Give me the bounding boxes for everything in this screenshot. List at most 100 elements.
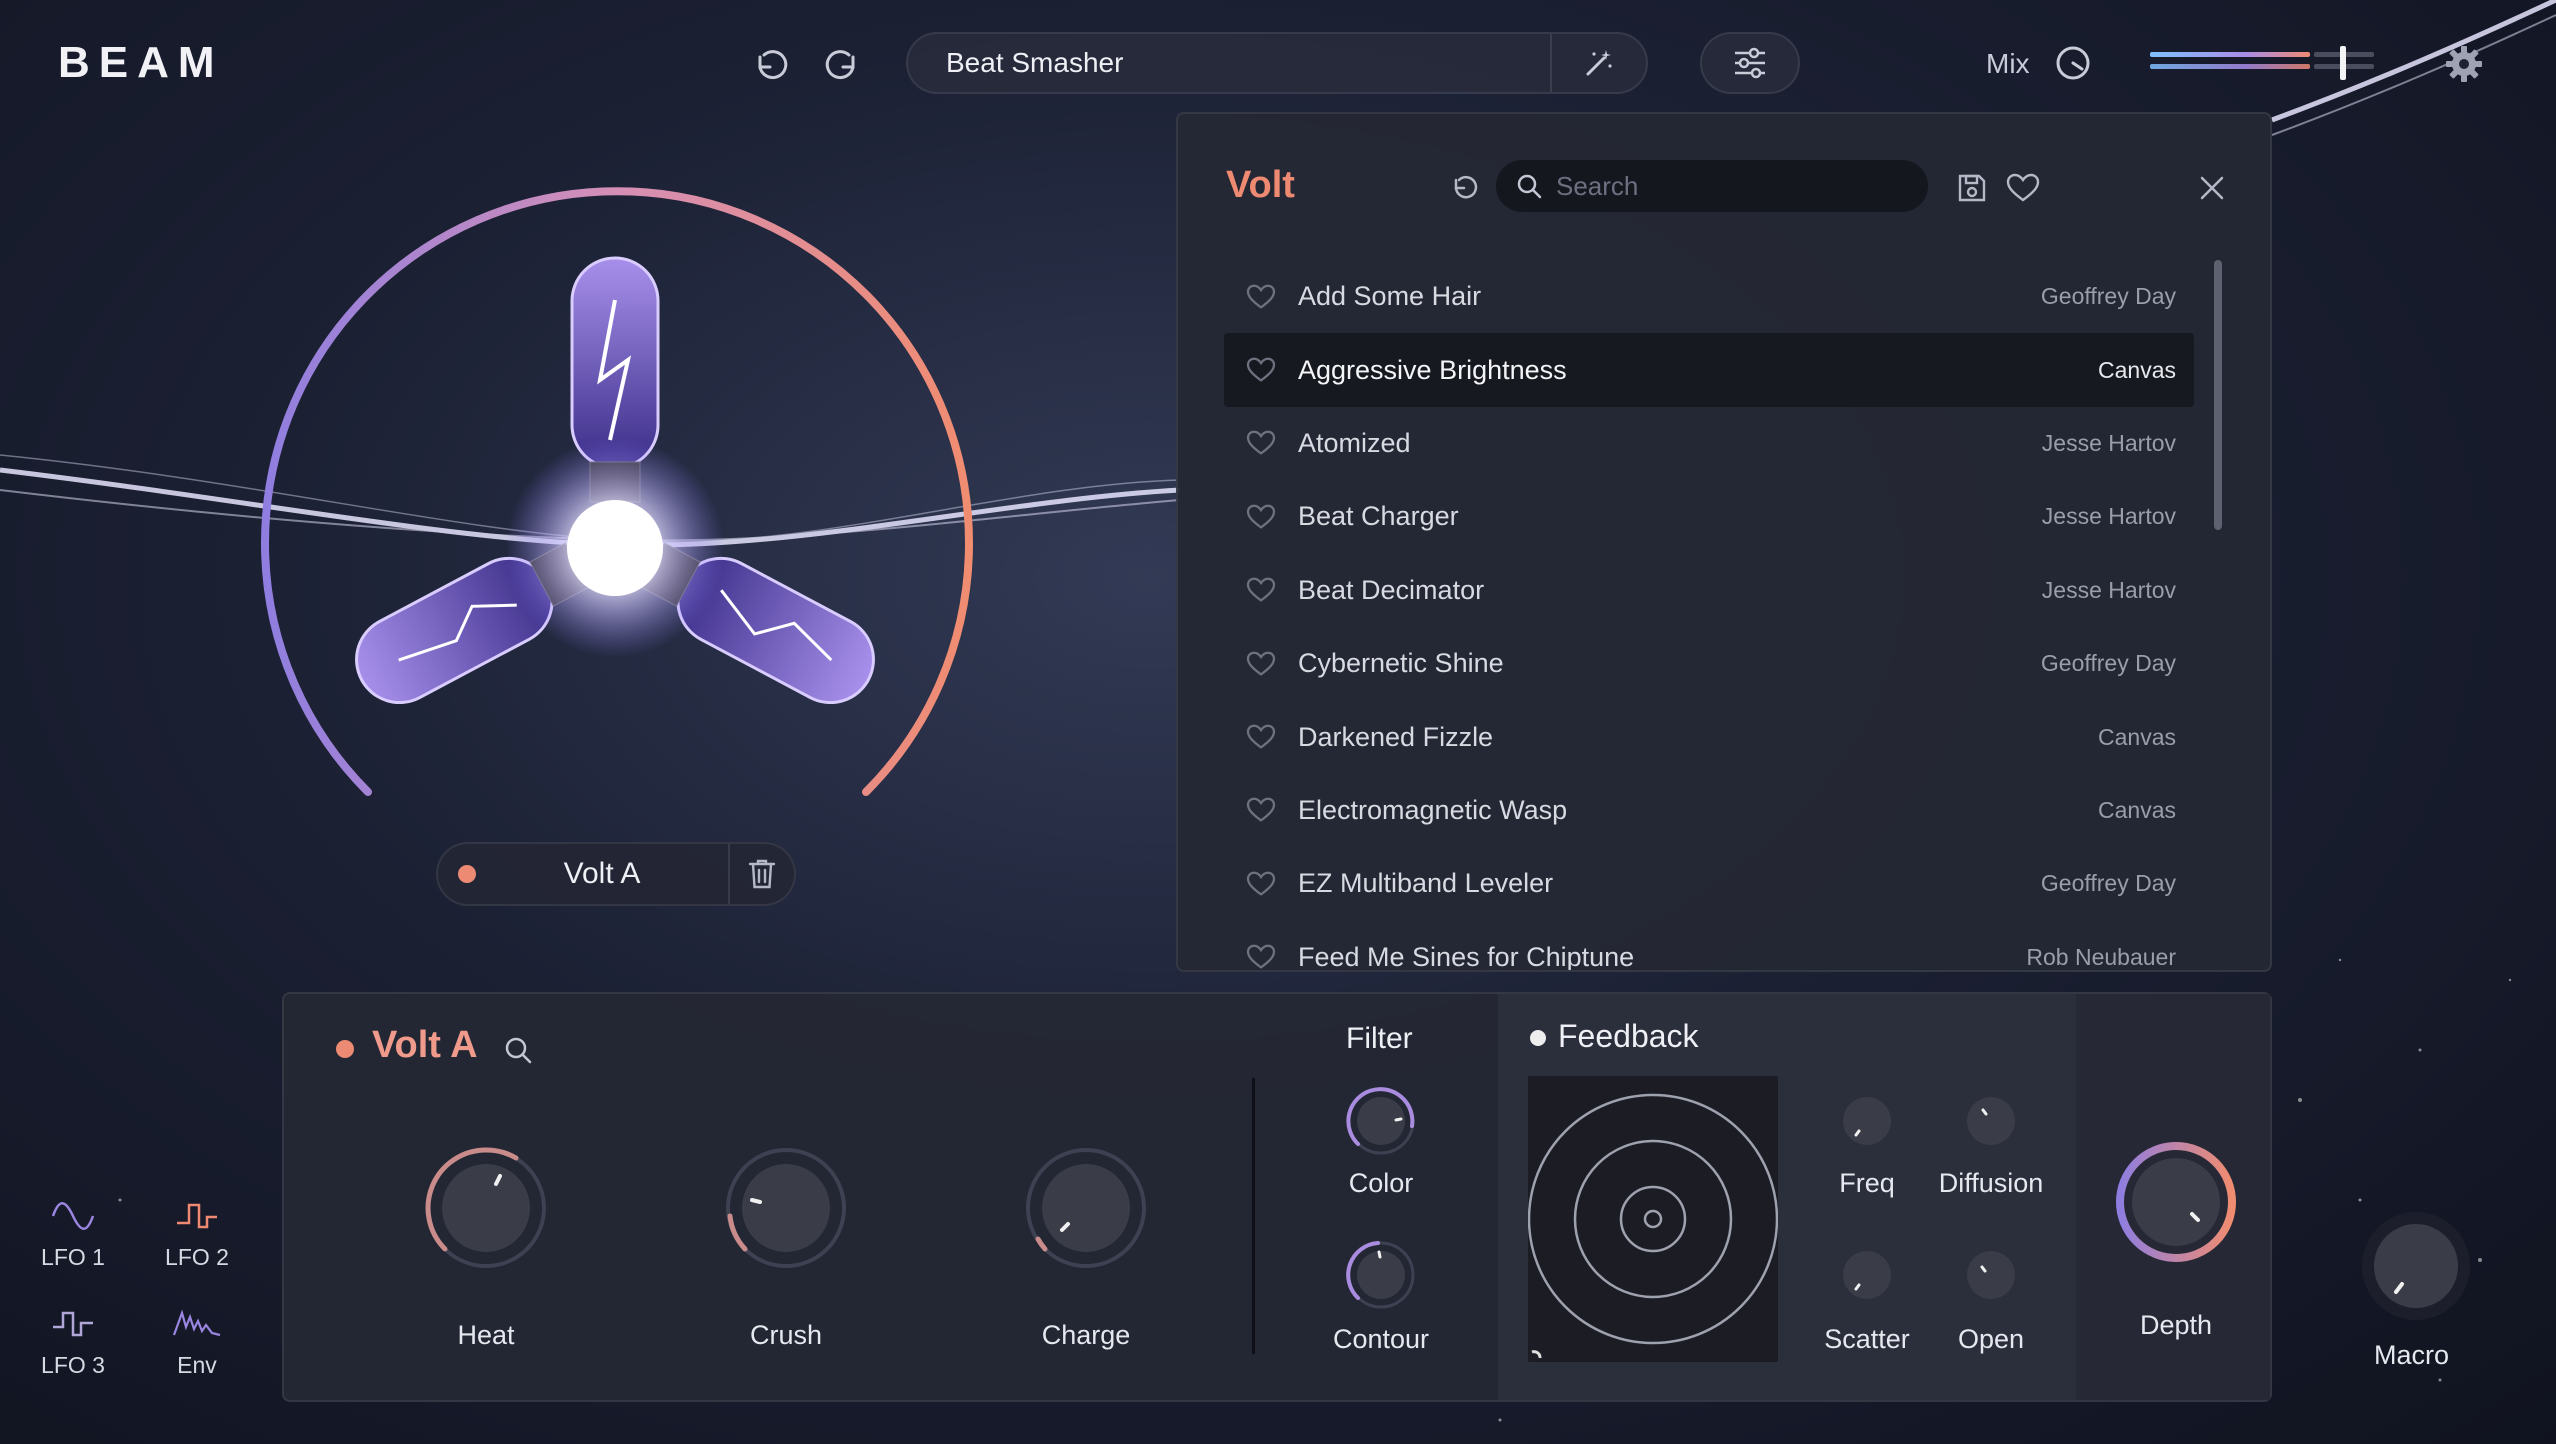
depth-knob[interactable] — [2114, 1140, 2238, 1264]
favorite-heart-icon[interactable] — [1244, 353, 1278, 387]
dock-lfo3-label: LFO 3 — [41, 1352, 105, 1378]
preset-row-author: Canvas — [2098, 356, 2176, 383]
browser-reset-button[interactable] — [1444, 168, 1484, 208]
preset-row-author: Geoffrey Day — [2040, 650, 2176, 677]
feedback-xy-pad[interactable] — [1527, 1076, 1779, 1362]
charge-label: Charge — [1041, 1320, 1131, 1350]
open-knob[interactable] — [1956, 1240, 2026, 1310]
favorites-filter-button[interactable] — [2002, 168, 2044, 208]
preset-row[interactable]: EZ Multiband Leveler Geoffrey Day — [1224, 847, 2194, 920]
color-knob[interactable] — [1346, 1086, 1416, 1156]
close-browser-button[interactable] — [2194, 170, 2230, 206]
preset-row-author: Rob Neubauer — [2026, 943, 2176, 970]
undo-icon — [758, 50, 788, 80]
redo-button[interactable] — [818, 40, 868, 90]
module-browse-button[interactable] — [500, 1032, 536, 1068]
preset-row[interactable]: Feed Me Sines for Chiptune Rob Neubauer — [1224, 921, 2194, 972]
heart-icon — [2006, 173, 2040, 202]
scatter-knob[interactable] — [1832, 1240, 1902, 1310]
diffusion-knob[interactable] — [1956, 1086, 2026, 1156]
settings-button[interactable] — [2440, 40, 2488, 88]
search-bar[interactable] — [1496, 160, 1928, 212]
preset-list: Add Some Hair Geoffrey Day Aggressive Brig… — [1224, 260, 2194, 972]
module-panel: Volt A Heat Crush Charge Filter Color Co… — [282, 992, 2272, 1402]
preset-row[interactable]: Cybernetic Shine Geoffrey Day — [1224, 627, 2194, 700]
tesla-bulbs — [355, 256, 875, 705]
depth-label: Depth — [2139, 1310, 2213, 1340]
preset-row-name: Aggressive Brightness — [1298, 354, 1567, 385]
module-enable-dot[interactable] — [458, 865, 476, 883]
favorite-heart-icon[interactable] — [1244, 280, 1278, 314]
dock-lfo2-label: LFO 2 — [165, 1244, 229, 1270]
dock-env[interactable]: Env — [142, 1304, 252, 1379]
magic-wand-icon — [1586, 50, 1612, 76]
dock-lfo2[interactable]: LFO 2 — [142, 1196, 252, 1271]
preset-row-author: Canvas — [2098, 723, 2176, 750]
preset-row[interactable]: Electromagnetic Wasp Canvas — [1224, 774, 2194, 847]
crush-knob[interactable] — [724, 1146, 848, 1270]
sine-wave-icon — [43, 1196, 103, 1236]
mix-knob[interactable] — [2054, 44, 2092, 82]
preset-row-author: Jesse Hartov — [2041, 429, 2176, 456]
preset-row[interactable]: Beat Charger Jesse Hartov — [1224, 480, 2194, 553]
open-label: Open — [1957, 1324, 2025, 1354]
preset-list-scrollbar[interactable] — [2214, 260, 2222, 530]
preset-row-author: Jesse Hartov — [2041, 503, 2176, 530]
macro-knob[interactable] — [2356, 1206, 2476, 1326]
preset-row-name: Cybernetic Shine — [1298, 648, 1504, 679]
preset-row-name: Beat Charger — [1298, 501, 1459, 532]
section-divider — [1252, 1078, 1255, 1354]
save-preset-button[interactable] — [1952, 168, 1992, 208]
contour-knob[interactable] — [1346, 1240, 1416, 1310]
diffusion-label: Diffusion — [1938, 1168, 2044, 1198]
favorite-heart-icon[interactable] — [1244, 940, 1278, 970]
preset-row-author: Jesse Hartov — [2041, 576, 2176, 603]
preset-row-author: Geoffrey Day — [2040, 283, 2176, 310]
preset-row-name: Feed Me Sines for Chiptune — [1298, 941, 1635, 972]
search-icon — [1514, 171, 1544, 201]
heat-knob[interactable] — [424, 1146, 548, 1270]
preset-row-name: Add Some Hair — [1298, 281, 1482, 312]
browser-title: Volt — [1226, 164, 1295, 206]
preset-row[interactable]: Beat Decimator Jesse Hartov — [1224, 554, 2194, 627]
preset-row-author: Canvas — [2098, 796, 2176, 823]
favorite-heart-icon[interactable] — [1244, 573, 1278, 607]
preset-name[interactable]: Beat Smasher — [908, 47, 1550, 79]
controls-button[interactable] — [1700, 32, 1800, 94]
preset-row[interactable]: Aggressive Brightness Canvas — [1224, 333, 2194, 407]
color-label: Color — [1348, 1168, 1414, 1198]
feedback-enable-toggle[interactable] — [1530, 1030, 1546, 1046]
module-enable-toggle[interactable] — [336, 1040, 354, 1058]
output-meter[interactable] — [2150, 44, 2390, 84]
gear-icon — [2446, 46, 2482, 82]
redo-icon — [825, 50, 855, 80]
favorite-heart-icon[interactable] — [1244, 867, 1278, 901]
dock-lfo1[interactable]: LFO 1 — [18, 1196, 128, 1271]
favorite-heart-icon[interactable] — [1244, 720, 1278, 754]
preset-row[interactable]: Add Some Hair Geoffrey Day — [1224, 260, 2194, 333]
search-input[interactable] — [1556, 170, 1928, 202]
preset-row-name: EZ Multiband Leveler — [1298, 868, 1554, 899]
search-icon — [505, 1037, 532, 1064]
close-icon — [2200, 176, 2224, 200]
heat-label: Heat — [457, 1320, 515, 1350]
charge-knob[interactable] — [1024, 1146, 1148, 1270]
feedback-title: Feedback — [1558, 1018, 1699, 1054]
module-chip[interactable]: Volt A — [436, 842, 796, 906]
trash-icon — [748, 859, 776, 889]
contour-label: Contour — [1332, 1324, 1430, 1354]
app-logo: BEAM — [58, 38, 224, 87]
favorite-heart-icon[interactable] — [1244, 793, 1278, 827]
undo-button[interactable] — [745, 40, 795, 90]
delete-module-button[interactable] — [728, 844, 794, 904]
preset-row[interactable]: Atomized Jesse Hartov — [1224, 407, 2194, 480]
favorite-heart-icon[interactable] — [1244, 426, 1278, 460]
preset-selector[interactable]: Beat Smasher — [906, 32, 1648, 94]
freq-knob[interactable] — [1832, 1086, 1902, 1156]
randomize-button[interactable] — [1550, 34, 1646, 92]
preset-browser: Volt Add Some Hair Geoffrey Day Aggressive… — [1176, 112, 2272, 972]
favorite-heart-icon[interactable] — [1244, 647, 1278, 681]
preset-row[interactable]: Darkened Fizzle Canvas — [1224, 700, 2194, 773]
dock-lfo3[interactable]: LFO 3 — [18, 1304, 128, 1379]
favorite-heart-icon[interactable] — [1244, 500, 1278, 534]
